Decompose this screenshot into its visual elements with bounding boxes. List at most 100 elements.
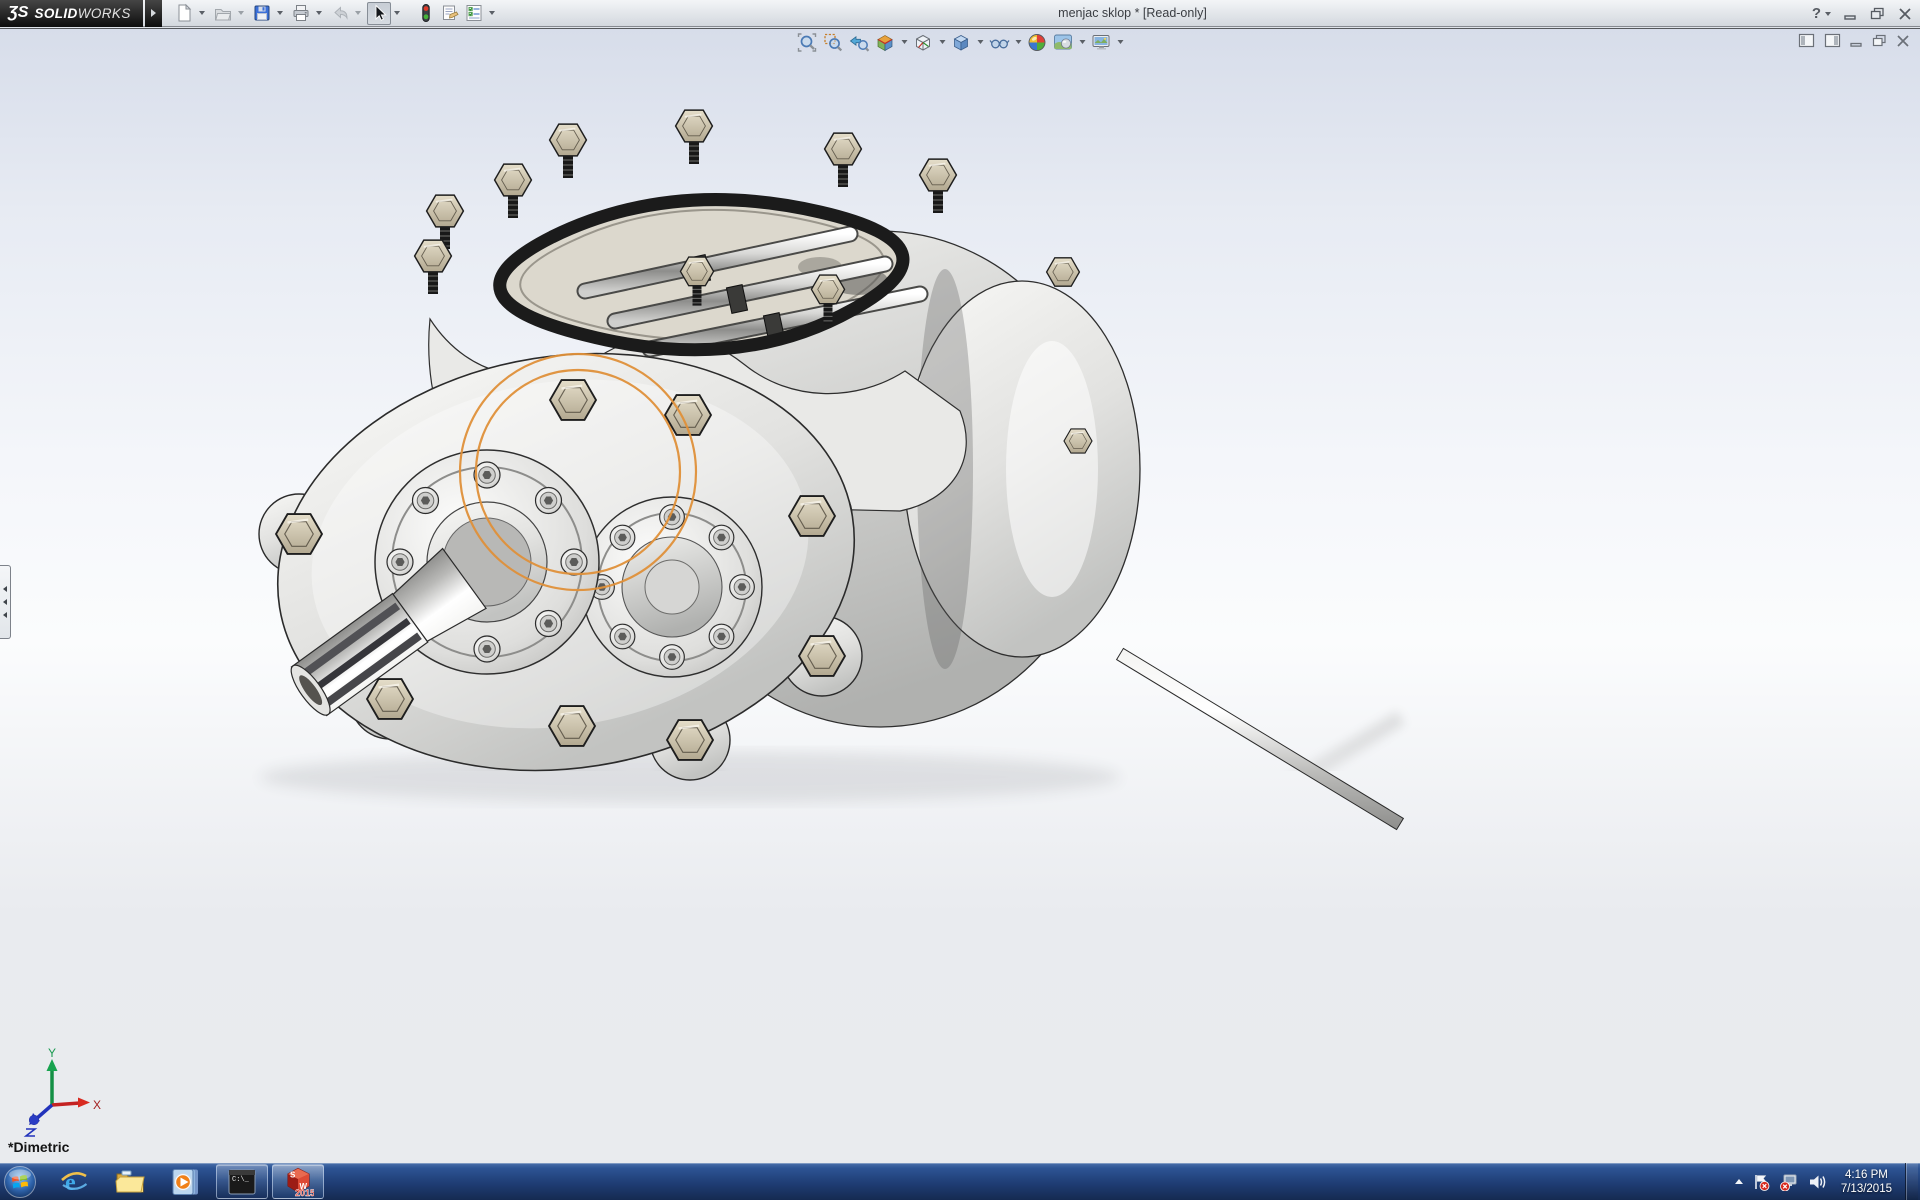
rebuild-button[interactable] [414, 2, 438, 25]
save-button[interactable] [250, 2, 274, 25]
svg-text:S: S [290, 1171, 296, 1180]
select-dropdown[interactable] [391, 2, 403, 25]
edit-appearance-icon [1027, 32, 1048, 53]
flyout-right-icon [151, 9, 156, 17]
taskbar-clock[interactable]: 4:16 PM 7/13/2015 [1841, 1168, 1892, 1196]
select-group [367, 2, 403, 25]
options-button[interactable] [462, 2, 486, 25]
show-hidden-icons-icon [1735, 1179, 1743, 1184]
rebuild-traffic-light-icon [416, 3, 436, 23]
triad-y-label: Y [48, 1046, 56, 1060]
main-toolbar [172, 2, 501, 25]
apply-scene-dropdown[interactable] [1077, 31, 1088, 53]
open-button[interactable] [211, 2, 235, 25]
display-pane-toggle-button[interactable] [1824, 33, 1841, 48]
hidden-icons-button[interactable] [1735, 1179, 1743, 1184]
feature-pane-toggle-button[interactable] [1798, 33, 1815, 48]
network-status-button[interactable] [1779, 1173, 1799, 1191]
zoom-to-area-button[interactable] [821, 31, 846, 53]
triad-x-label: X [93, 1098, 101, 1112]
restore-button[interactable] [1870, 7, 1885, 20]
system-tray: 4:16 PM 7/13/2015 [1735, 1163, 1920, 1200]
open-group [211, 2, 247, 25]
file-properties-icon [440, 3, 460, 23]
select-cursor-icon [369, 3, 389, 23]
taskbar-item-windows-explorer[interactable] [104, 1164, 156, 1199]
apply-scene-button[interactable] [1051, 31, 1076, 53]
solidworks-2015-icon: S W 2015 [282, 1166, 314, 1197]
document-window-controls [1798, 33, 1910, 48]
previous-view-button[interactable] [847, 31, 872, 53]
zoom-to-fit-button[interactable] [795, 31, 820, 53]
open-folder-icon [213, 3, 233, 23]
undo-dropdown[interactable] [352, 2, 364, 25]
new-document-icon [174, 3, 194, 23]
edit-appearance-button[interactable] [1025, 31, 1050, 53]
select-button[interactable] [367, 2, 391, 25]
apply-scene-icon [1053, 32, 1074, 53]
volume-speaker-icon [1808, 1173, 1828, 1191]
close-button[interactable] [1898, 8, 1912, 20]
view-orientation-dropdown[interactable] [937, 31, 948, 53]
window-title: menjac sklop * [Read-only] [1015, 6, 1250, 20]
open-dropdown[interactable] [235, 2, 247, 25]
model-canvas[interactable] [0, 29, 1920, 1163]
section-view-dropdown[interactable] [899, 31, 910, 53]
window-controls: ? [1812, 0, 1912, 27]
show-desktop-button[interactable] [1905, 1163, 1918, 1200]
help-icon: ? [1812, 5, 1821, 22]
close-icon [1898, 8, 1912, 20]
doc-close-icon [1896, 35, 1910, 47]
new-document-button[interactable] [172, 2, 196, 25]
doc-restore-button[interactable] [1872, 34, 1887, 47]
view-orientation-icon [913, 32, 934, 53]
brand-text-solid: SOLID [34, 6, 77, 21]
save-dropdown[interactable] [274, 2, 286, 25]
menu-flyout-arrow[interactable] [145, 0, 162, 27]
section-view-button[interactable] [873, 31, 898, 53]
heads-up-toolbar [795, 31, 1126, 53]
feature-manager-collapsed-tab[interactable] [0, 565, 11, 639]
doc-close-button[interactable] [1896, 35, 1910, 47]
print-group [289, 2, 325, 25]
minimize-icon [1844, 8, 1857, 20]
help-button[interactable]: ? [1812, 5, 1831, 22]
undo-button[interactable] [328, 2, 352, 25]
action-center-flag-icon [1752, 1173, 1770, 1191]
options-icon [464, 3, 484, 23]
display-style-dropdown[interactable] [975, 31, 986, 53]
clock-time: 4:16 PM [1841, 1168, 1892, 1182]
print-dropdown[interactable] [313, 2, 325, 25]
undo-icon [330, 3, 350, 23]
view-settings-dropdown[interactable] [1115, 31, 1126, 53]
hide-show-items-dropdown[interactable] [1013, 31, 1024, 53]
taskbar-item-media-player[interactable] [160, 1164, 212, 1199]
zoom-to-area-icon [823, 32, 844, 53]
graphics-area[interactable]: Y X *Dimetric [0, 28, 1920, 1163]
doc-minimize-button[interactable] [1850, 35, 1863, 47]
folder-icon [114, 1168, 146, 1196]
volume-button[interactable] [1808, 1173, 1828, 1191]
hide-show-items-button[interactable] [987, 31, 1012, 53]
save-floppy-icon [252, 3, 272, 23]
start-button[interactable] [0, 1163, 40, 1200]
options-dropdown[interactable] [486, 2, 498, 25]
file-properties-button[interactable] [438, 2, 462, 25]
action-center-button[interactable] [1752, 1173, 1770, 1191]
section-view-icon [875, 32, 896, 53]
taskbar-items: e [48, 1163, 324, 1200]
view-orientation-button[interactable] [911, 31, 936, 53]
new-document-group [172, 2, 208, 25]
display-style-button[interactable] [949, 31, 974, 53]
minimize-button[interactable] [1844, 8, 1857, 20]
view-settings-button[interactable] [1089, 31, 1114, 53]
new-document-dropdown[interactable] [196, 2, 208, 25]
cmd-prompt-text: C:\_ [232, 1176, 250, 1184]
taskbar-item-internet-explorer[interactable]: e [48, 1164, 100, 1199]
print-button[interactable] [289, 2, 313, 25]
view-settings-icon [1090, 32, 1112, 53]
taskbar-item-command-prompt[interactable]: C:\_ [216, 1164, 268, 1199]
previous-view-icon [849, 32, 870, 53]
taskbar-item-solidworks-2015[interactable]: S W 2015 [272, 1164, 324, 1199]
doc-minimize-icon [1850, 35, 1863, 47]
